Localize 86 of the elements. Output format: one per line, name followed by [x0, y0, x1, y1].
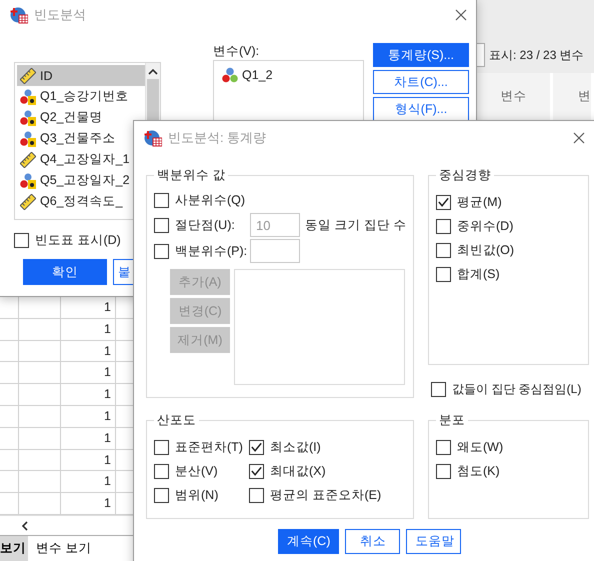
checkbox[interactable]: [154, 440, 169, 454]
checkbox[interactable]: [436, 440, 451, 454]
checkbox[interactable]: [436, 242, 451, 258]
window-title: 빈도분석: 통계량: [168, 129, 268, 147]
checkbox[interactable]: [436, 464, 451, 478]
checkbox-label: 절단점(U):: [175, 216, 235, 234]
dialog-button[interactable]: 취소: [345, 529, 400, 554]
variable-item[interactable]: Q1_2: [219, 64, 363, 85]
ok-button[interactable]: 계속(C): [278, 529, 340, 554]
scroll-left-icon[interactable]: [20, 520, 30, 530]
checkbox-label: 평균의 표준오차(E): [270, 486, 382, 504]
close-icon[interactable]: [455, 9, 467, 21]
column-header[interactable]: 변: [553, 73, 594, 120]
checkbox[interactable]: [248, 440, 264, 454]
ok-button[interactable]: 확인: [23, 259, 107, 285]
table-cell: 1: [61, 406, 116, 427]
table-cell: 1: [61, 450, 116, 470]
checkbox-label: 최소값(I): [270, 438, 321, 456]
checkbox-label: 빈도표 표시(D): [35, 232, 121, 248]
checkbox[interactable]: [431, 382, 446, 396]
table-cell: 1: [61, 493, 116, 514]
table-cell: 1: [61, 428, 116, 449]
checkbox-label: 최대값(X): [270, 462, 326, 480]
variable-count: 표시: 23 / 23 변수: [489, 47, 584, 64]
table-cell: 1: [61, 318, 116, 340]
window-title: 빈도분석: [34, 6, 87, 24]
group-title: 중심경향: [438, 167, 492, 184]
string-variable-icon: [20, 130, 36, 146]
column-header[interactable]: 변수: [477, 73, 553, 120]
variable-item[interactable]: Q2_건물명: [17, 107, 145, 128]
checkbox-label: 사분위수(Q): [175, 192, 246, 208]
checkbox[interactable]: [248, 464, 264, 478]
close-icon[interactable]: [573, 132, 585, 144]
variable-item[interactable]: Q3_건물주소: [17, 128, 145, 149]
checkbox-label: 합계(S): [457, 266, 500, 282]
dialog-button[interactable]: 도움말: [406, 529, 462, 554]
checkbox-label: 평균(M): [457, 194, 502, 210]
ruler-icon: [20, 68, 36, 84]
variable-item[interactable]: Q1_승강기번호: [17, 86, 145, 107]
app-icon: [10, 6, 28, 24]
ruler-icon: [20, 194, 36, 210]
string-variable-icon: [20, 110, 36, 126]
dialog-button[interactable]: 형식(F)...: [373, 97, 469, 121]
checkbox[interactable]: [154, 244, 169, 258]
checkbox[interactable]: [436, 194, 451, 210]
table-cell: 1: [61, 384, 116, 405]
checkbox-label: 백분위수(P):: [175, 242, 248, 260]
checkbox-label: 분산(V): [175, 462, 218, 480]
checkbox[interactable]: [436, 266, 451, 282]
scroll-thumb[interactable]: [147, 79, 159, 121]
group-title: 백분위수 값: [156, 167, 226, 184]
checkbox-label: 첨도(K): [457, 462, 500, 480]
checkbox-label: 중위수(D): [457, 218, 514, 234]
scroll-up-icon[interactable]: [148, 69, 158, 75]
ruler-icon: [20, 152, 36, 168]
variable-item[interactable]: Q6_정격속도_: [17, 191, 145, 212]
dialog-button[interactable]: 차트(C)...: [373, 70, 469, 94]
checkbox[interactable]: [154, 192, 169, 208]
checkbox[interactable]: [154, 488, 169, 502]
checkbox-label: 값들이 집단 중심점임(L): [452, 380, 582, 398]
checkbox[interactable]: [436, 218, 451, 234]
string-variable-icon: [20, 172, 36, 188]
list-label: 변수(V):: [213, 43, 260, 60]
checkbox-label: 최빈값(O): [457, 242, 514, 258]
field-suffix: 동일 크기 집단 수: [305, 216, 406, 234]
dialog-button[interactable]: 통계량(S)...: [373, 43, 469, 67]
checkbox[interactable]: [14, 232, 29, 248]
input-field[interactable]: [477, 43, 485, 67]
variable-item[interactable]: ID: [17, 65, 145, 86]
variable-item[interactable]: Q5_고장일자_2: [17, 170, 145, 191]
checkbox[interactable]: [154, 464, 169, 478]
app-icon: [144, 129, 162, 147]
view-tab[interactable]: 보기: [0, 536, 28, 561]
group-title: 산포도: [156, 412, 197, 429]
nominal-variable-icon: [222, 66, 238, 82]
table-cell: 1: [61, 471, 116, 492]
group-title: 분포: [438, 412, 466, 429]
checkbox[interactable]: [248, 488, 264, 502]
checkbox-label: 표준편차(T): [175, 438, 243, 456]
checkbox-label: 왜도(W): [457, 438, 504, 456]
table-cell: 1: [61, 362, 116, 384]
variable-item[interactable]: Q4_고장일자_1: [17, 149, 145, 170]
string-variable-icon: [20, 88, 36, 104]
input-field[interactable]: [250, 239, 300, 263]
table-cell: 1: [61, 340, 116, 362]
checkbox-label: 범위(N): [175, 486, 218, 504]
